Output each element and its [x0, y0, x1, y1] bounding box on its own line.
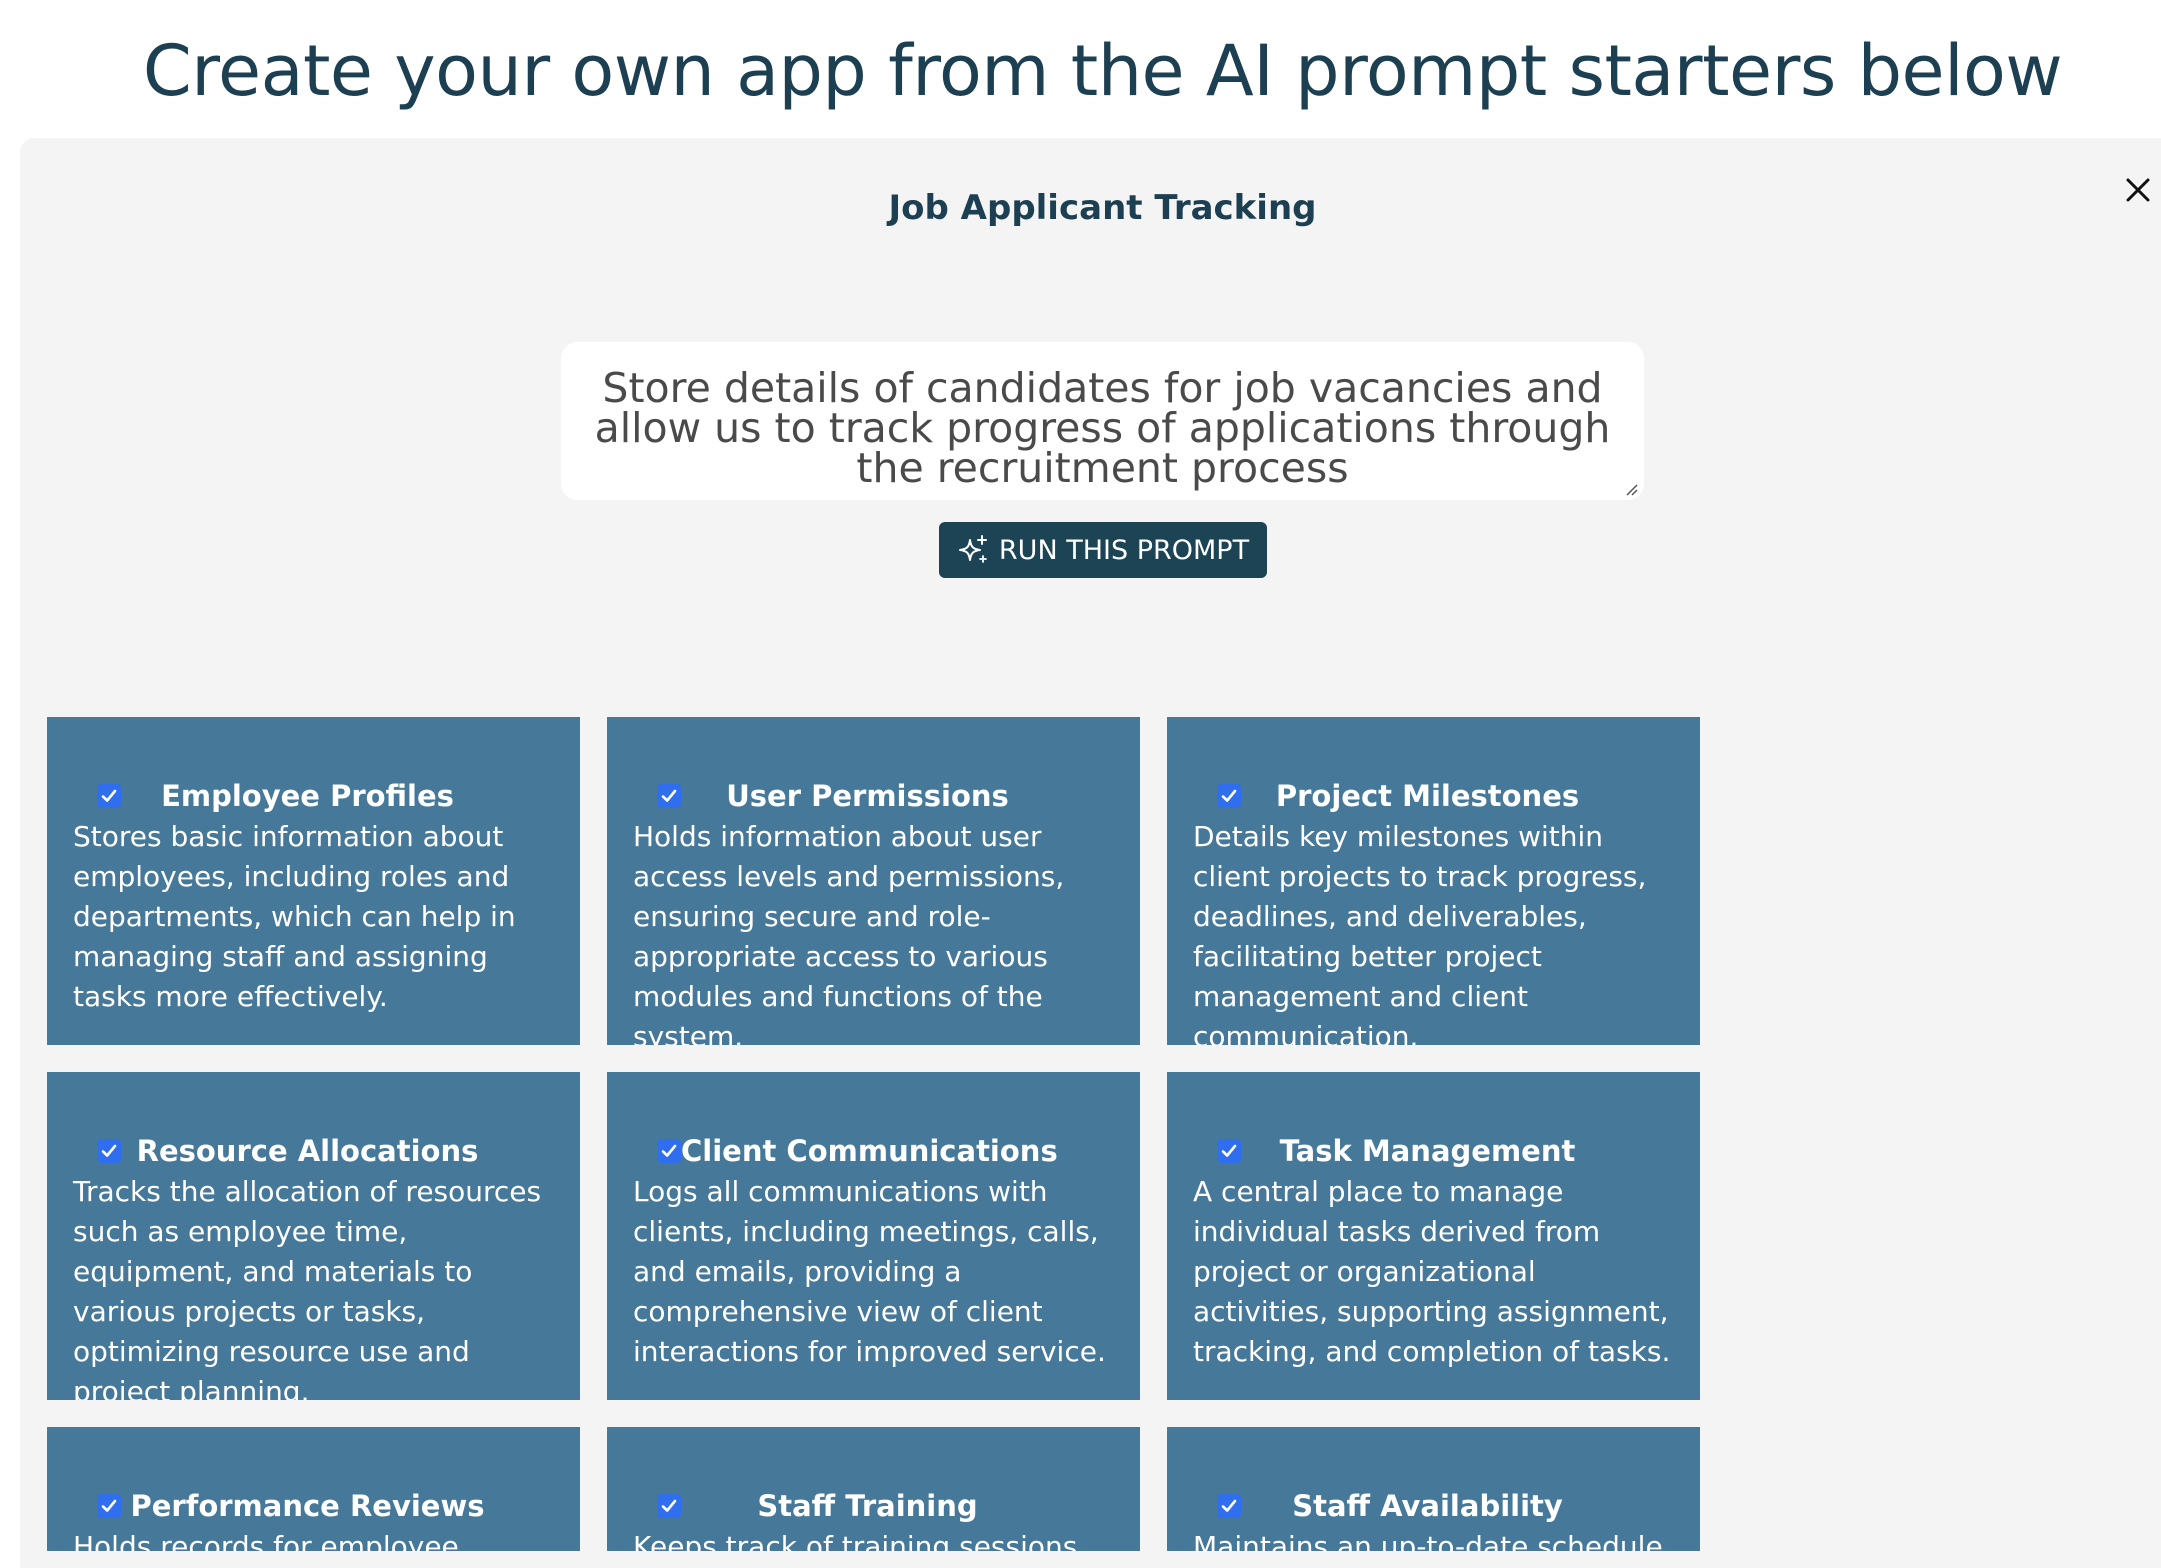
checkbox-checked-icon[interactable] [97, 1494, 121, 1518]
entity-card-staff-training[interactable]: Staff Training Keeps track of training s… [607, 1427, 1140, 1551]
entity-card-staff-availability[interactable]: Staff Availability Maintains an up-to-da… [1167, 1427, 1700, 1551]
card-description: Keeps track of training sessions [633, 1530, 1078, 1551]
card-title: Performance Reviews [130, 1489, 485, 1523]
entity-card-employee-profiles[interactable]: Employee Profiles Stores basic informati… [47, 717, 580, 1045]
card-title: Employee Profiles [161, 779, 454, 813]
entity-card-project-milestones[interactable]: Project Milestones Details key milestone… [1167, 717, 1700, 1045]
card-title: Staff Availability [1292, 1489, 1563, 1523]
sparkles-icon [957, 534, 989, 566]
entity-card-task-management[interactable]: Task Management A central place to manag… [1167, 1072, 1700, 1400]
entity-card-resource-allocations[interactable]: Resource Allocations Tracks the allocati… [47, 1072, 580, 1400]
run-prompt-button[interactable]: RUN THIS PROMPT [939, 522, 1267, 578]
checkbox-checked-icon[interactable] [97, 784, 121, 808]
card-title: Task Management [1279, 1134, 1576, 1168]
checkbox-checked-icon[interactable] [657, 784, 681, 808]
card-description: Holds information about user access leve… [633, 820, 1065, 1045]
card-title: Client Communications [681, 1134, 1058, 1168]
prompt-title: Job Applicant Tracking [888, 188, 1317, 228]
card-title: Staff Training [757, 1489, 978, 1523]
run-prompt-label: RUN THIS PROMPT [998, 534, 1250, 566]
page-heading: Create your own app from the AI prompt s… [142, 30, 2063, 112]
card-title: User Permissions [726, 779, 1009, 813]
entity-card-performance-reviews[interactable]: Performance Reviews Holds records for em… [47, 1427, 580, 1551]
checkbox-checked-icon[interactable] [657, 1494, 681, 1518]
card-title: Resource Allocations [136, 1134, 479, 1168]
checkbox-checked-icon[interactable] [97, 1139, 121, 1163]
checkbox-checked-icon[interactable] [657, 1139, 681, 1163]
card-description: Stores basic information about employees… [73, 820, 516, 1013]
card-description: A central place to manage individual tas… [1193, 1175, 1671, 1368]
checkbox-checked-icon[interactable] [1217, 1494, 1241, 1518]
checkbox-checked-icon[interactable] [1217, 784, 1241, 808]
card-description: Logs all communications with clients, in… [633, 1175, 1106, 1368]
prompt-text: Store details of candidates for job vaca… [594, 364, 1611, 492]
card-description: Holds records for employee [73, 1530, 459, 1551]
card-description: Tracks the allocation of resources such … [73, 1175, 542, 1400]
card-title: Project Milestones [1275, 779, 1580, 813]
resize-grip-icon[interactable] [1622, 480, 1638, 496]
card-description: Details key milestones within client pro… [1193, 820, 1647, 1045]
checkbox-checked-icon[interactable] [1217, 1139, 1241, 1163]
entity-card-client-communications[interactable]: Client Communications Logs all communica… [607, 1072, 1140, 1400]
prompt-textarea[interactable]: Store details of candidates for job vaca… [561, 342, 1644, 500]
card-description: Maintains an up-to-date schedule of [1193, 1530, 1663, 1551]
entity-card-user-permissions[interactable]: User Permissions Holds information about… [607, 717, 1140, 1045]
